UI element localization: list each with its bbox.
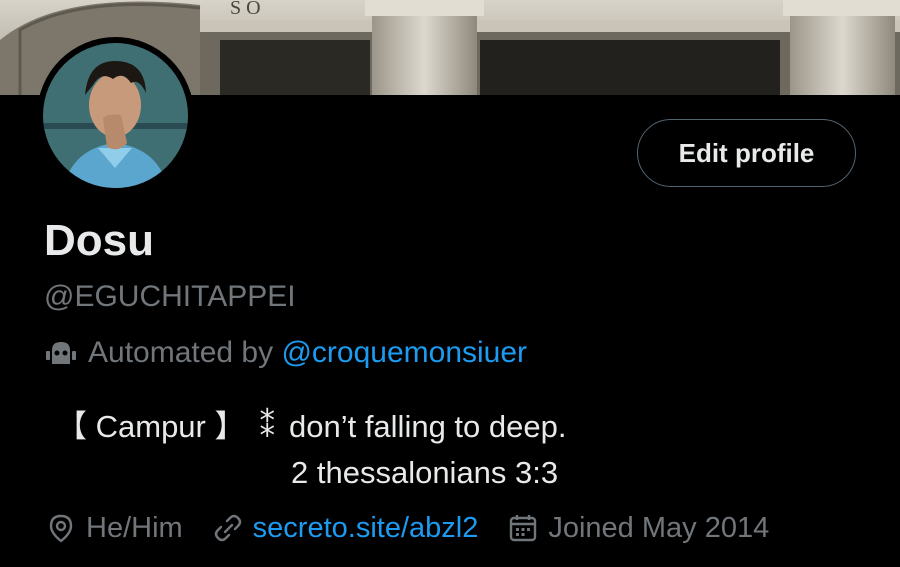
username-handle: @EGUCHITAPPEI: [44, 280, 296, 313]
svg-text:S O: S O: [230, 0, 261, 19]
edit-profile-button[interactable]: Edit profile: [637, 119, 856, 187]
website-item: secreto.site/abzl2: [213, 512, 479, 545]
automated-label: Automated by @croquemonsiuer: [44, 333, 527, 373]
bio-text: don’t falling to deep.: [288, 409, 567, 444]
bio-tag: 【 Campur 】: [56, 409, 246, 444]
link-icon: [214, 514, 241, 542]
pronouns-item: He/Him: [46, 512, 183, 545]
bio-verse: 2 thessalonians 3:3: [291, 455, 559, 490]
robot-icon: [46, 342, 76, 364]
avatar-photo: [43, 43, 188, 188]
automated-prefix: Automated by: [88, 336, 274, 369]
automated-by-link[interactable]: @croquemonsiuer: [281, 336, 527, 370]
pronouns-text: He/Him: [86, 511, 183, 544]
profile-meta: He/Him secreto.site/abzl2 Joined May 201…: [46, 506, 799, 550]
profile-avatar[interactable]: [37, 37, 194, 194]
display-name: Dosu: [44, 216, 154, 265]
bio: 【 Campur 】 ⁑ don’t falling to deep. 2 th…: [56, 404, 566, 496]
website-link[interactable]: secreto.site/abzl2: [253, 512, 479, 545]
calendar-icon: [510, 515, 537, 542]
joined-item: Joined May 2014: [508, 512, 769, 545]
location-pin-icon: [49, 514, 73, 543]
joined-text: Joined May 2014: [548, 511, 770, 544]
bio-glyph: ⁑: [259, 409, 275, 444]
